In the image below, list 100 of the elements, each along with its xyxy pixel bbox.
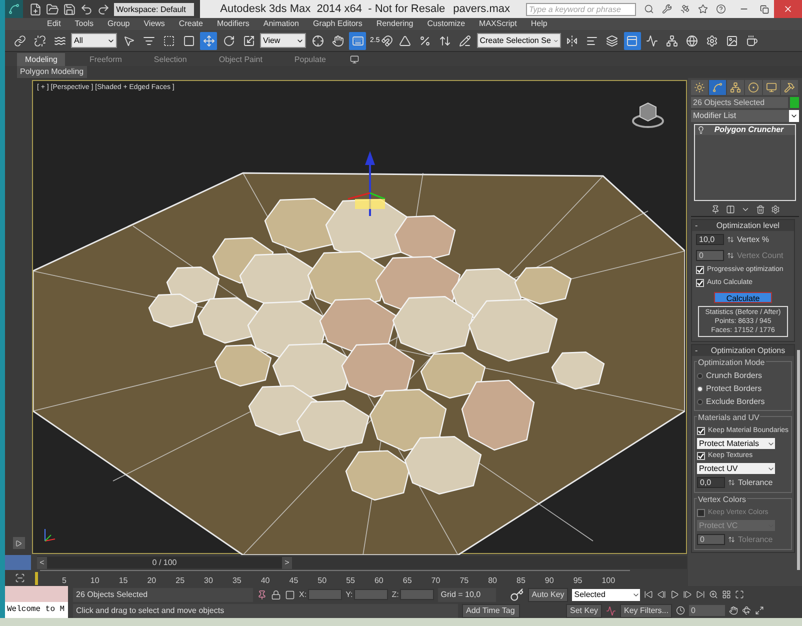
spinner-field[interactable]: 10,0: [696, 234, 724, 245]
menu-item[interactable]: Edit: [47, 18, 61, 30]
search-field[interactable]: Type a keyword or phrase: [526, 2, 636, 16]
orbit-icon: [742, 606, 752, 615]
current-frame-field[interactable]: 0: [689, 605, 726, 616]
add-time-tag-button[interactable]: Add Time Tag: [462, 604, 520, 618]
checkbox[interactable]: [697, 427, 705, 435]
sphere-icon: [686, 34, 698, 46]
modifier-list-dropdown[interactable]: Modifier List: [691, 110, 799, 122]
command-panel-tab[interactable]: [727, 80, 744, 95]
menu-item[interactable]: Group: [107, 18, 130, 30]
menu-item[interactable]: Customize: [427, 18, 466, 30]
checkbox[interactable]: [696, 266, 704, 274]
ruler-label: 60: [374, 576, 384, 586]
object-name-field[interactable]: 26 Objects Selected: [691, 97, 788, 108]
command-panel-tab[interactable]: [781, 80, 798, 95]
command-panel-tab[interactable]: [763, 80, 780, 95]
toolbar-button[interactable]: [349, 32, 366, 50]
ribbon-tab[interactable]: Freeform: [81, 53, 130, 66]
circle-icon: [748, 82, 759, 93]
lock-icon: [271, 590, 281, 600]
command-panel-tab[interactable]: [691, 80, 708, 95]
app-logo[interactable]: [5, 0, 24, 18]
ruler-label: 90: [544, 576, 555, 586]
track-bar-icon: [14, 573, 26, 583]
spinner-field[interactable]: 0,0: [697, 477, 725, 488]
menu-item[interactable]: Views: [144, 18, 165, 30]
dropdown[interactable]: Protect Materials: [697, 438, 775, 449]
calculate-button[interactable]: Calculate: [714, 292, 772, 303]
auto-key-button[interactable]: Auto Key: [528, 588, 568, 602]
checkbox[interactable]: [696, 279, 704, 287]
menu-item[interactable]: MAXScript: [479, 18, 517, 30]
satellite-icon: [680, 4, 690, 14]
command-panel-tab[interactable]: [709, 80, 726, 95]
coordinate-field[interactable]: [400, 589, 434, 600]
ribbon-panel-label[interactable]: Polygon Modeling: [17, 66, 87, 78]
menu-item[interactable]: Rendering: [376, 18, 414, 30]
pencil-icon: [459, 34, 472, 46]
radio-button[interactable]: [697, 386, 703, 392]
skip-forward-icon: [696, 590, 706, 599]
layers-icon: [606, 34, 618, 46]
dropdown[interactable]: Protect UV: [697, 463, 775, 474]
ribbon-tab[interactable]: Modeling: [17, 53, 66, 66]
new-file-icon: [29, 2, 42, 16]
workspace-dropdown[interactable]: Workspace: Default: [114, 2, 194, 16]
toolbar-dropdown[interactable]: All: [71, 33, 117, 48]
play-icon: [15, 540, 22, 546]
coordinate-label: Z:: [392, 588, 399, 600]
menu-item[interactable]: Help: [530, 18, 548, 30]
step-back-icon: [657, 590, 666, 599]
toolbar-button[interactable]: [200, 32, 217, 50]
scrollbar[interactable]: [797, 350, 800, 570]
group-title: Optimization Mode: [697, 357, 766, 369]
wrench-icon: [662, 4, 672, 14]
ribbon-tab[interactable]: Populate: [286, 53, 334, 66]
set-key-button[interactable]: Set Key: [566, 604, 602, 618]
settings-icon: [770, 205, 780, 214]
radio-label: Crunch Borders: [706, 370, 762, 382]
radio-button[interactable]: [697, 399, 703, 405]
rollout-header[interactable]: - Optimization Options: [692, 345, 794, 356]
key-set-dropdown[interactable]: Selected: [572, 588, 640, 600]
ribbon-tab[interactable]: Selection: [146, 53, 195, 66]
toolbar-dropdown[interactable]: Create Selection Se: [476, 33, 561, 48]
object-color-swatch[interactable]: [790, 97, 799, 108]
radio-button[interactable]: [697, 373, 703, 379]
teapot-icon: [746, 34, 758, 46]
coordinate-field[interactable]: [308, 589, 342, 600]
time-slider[interactable]: < 0 / 100 >: [37, 557, 292, 568]
menu-item[interactable]: Modifiers: [216, 18, 250, 30]
radio-label: Exclude Borders: [706, 396, 765, 408]
close-icon: [783, 4, 793, 14]
key-icon: [510, 588, 524, 602]
magnet-icon: [380, 34, 393, 46]
cursor-icon: [122, 34, 134, 46]
previous-frame-button[interactable]: <: [37, 556, 47, 568]
angle-icon: [399, 34, 412, 46]
command-panel-tab[interactable]: [745, 80, 762, 95]
play-icon: [670, 590, 680, 599]
menu-item[interactable]: Tools: [74, 18, 94, 30]
image-icon: [726, 34, 738, 46]
coordinate-field[interactable]: [354, 589, 388, 600]
settings-icon: [706, 34, 718, 46]
ruler-label: 100: [602, 576, 616, 586]
toolbar-dropdown[interactable]: View: [260, 33, 306, 48]
next-frame-button[interactable]: >: [282, 556, 292, 568]
time-slider-track[interactable]: < 0 / 100 >: [37, 556, 687, 569]
menu-item[interactable]: Create: [178, 18, 203, 30]
listener-input[interactable]: Welcome to M: [5, 602, 68, 618]
caret-icon: [790, 112, 798, 120]
toolbar-button[interactable]: [624, 32, 641, 50]
rollout-header[interactable]: - Optimization level: [692, 220, 794, 231]
check-icon: [698, 453, 704, 459]
play-button[interactable]: [12, 537, 24, 549]
menu-item[interactable]: Animation: [263, 18, 299, 30]
ribbon-tab[interactable]: Object Paint: [210, 53, 270, 66]
menu-item[interactable]: Graph Editors: [312, 18, 362, 30]
time-marker[interactable]: [35, 572, 38, 584]
collapse-sign: -: [695, 344, 699, 356]
checkbox[interactable]: [697, 452, 705, 460]
key-filters-button[interactable]: Key Filters...: [620, 604, 672, 618]
